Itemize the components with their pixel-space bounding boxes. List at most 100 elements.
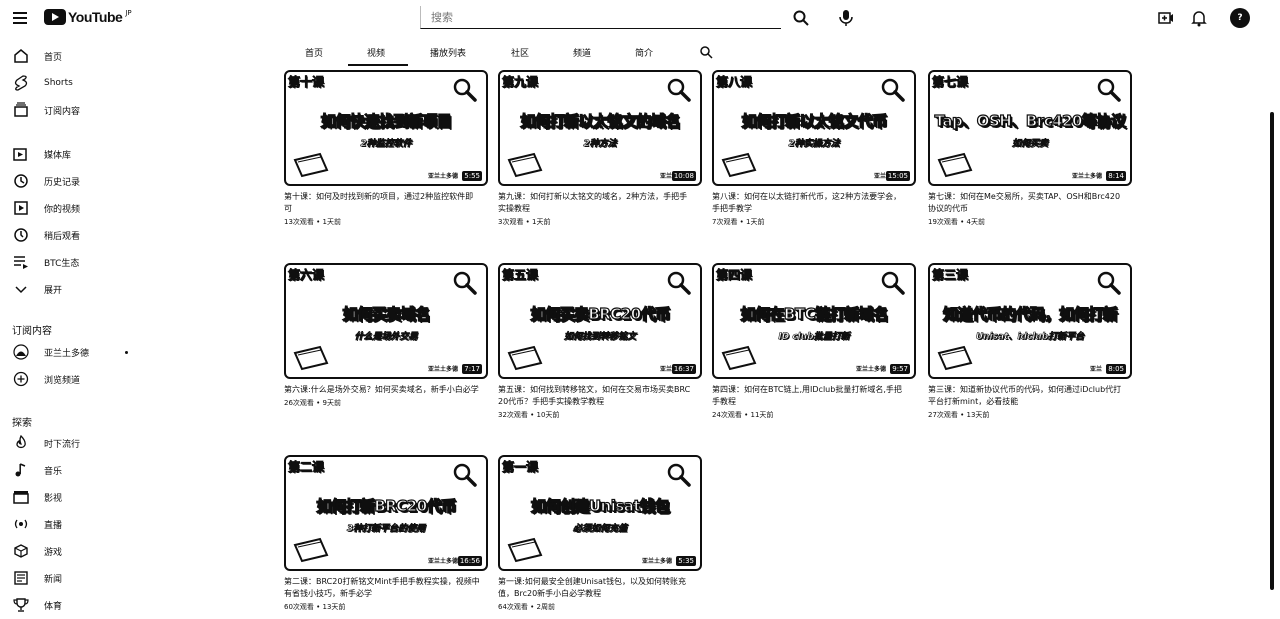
- video-card[interactable]: 第二课 如何打新BRC20代币 3种打新平台的使用 亚兰土多德 16:56 第二课：BRC…: [284, 455, 488, 612]
- new-content-dot: [125, 350, 128, 354]
- library-icon: [13, 148, 27, 161]
- thumbnail-title: 如何创建Unisat钱包: [530, 496, 670, 515]
- thumbnail-author: 亚兰: [1089, 366, 1102, 373]
- video-thumbnail[interactable]: 第一课 如何创建Unisat钱包 必须如何充值 亚兰土多德 5:35: [498, 455, 702, 571]
- sidebar-item-live[interactable]: 直播: [0, 512, 170, 536]
- thumbnail-title: 知道代币的代码，如何打新: [942, 304, 1118, 323]
- video-title[interactable]: 第七课：如何在Me交易所，买卖TAP、OSH和Brc420协议的代币: [928, 191, 1124, 215]
- video-card[interactable]: 第四课 如何在BTC链打新域名 ID club批量打新 亚兰土多德 9:57 第四课：如何…: [712, 263, 916, 420]
- thumbnail-author: 亚兰土多德: [427, 558, 458, 565]
- thumbnail-author: 亚兰: [659, 366, 672, 373]
- sidebar-item-music[interactable]: 音乐: [0, 458, 170, 482]
- magnifier-icon: [1097, 78, 1121, 102]
- thumbnail-subtitle: Unisat、idclub打新平台: [975, 332, 1085, 343]
- sidebar-item-show-more[interactable]: 展开: [0, 277, 170, 301]
- tab-videos[interactable]: 视频: [367, 46, 385, 59]
- thumbnail-subtitle: 什么是场外交易: [354, 332, 418, 343]
- video-title[interactable]: 第五课：如何找到转移铭文，如何在交易市场买卖BRC20代币？手把手实操教学教程: [498, 384, 694, 408]
- video-thumbnail[interactable]: 第十课 如何快速找到新项目 2种监控软件 亚兰土多德 5:55: [284, 70, 488, 186]
- video-thumbnail[interactable]: 第二课 如何打新BRC20代币 3种打新平台的使用 亚兰土多德 16:56: [284, 455, 488, 571]
- video-thumbnail[interactable]: 第八课 如何打新以太铭文代币 2种实操方法 亚兰 15:05: [712, 70, 916, 186]
- video-title[interactable]: 第十课：如何及时找到新的项目，通过2种监控软件即可: [284, 191, 480, 215]
- search-icon[interactable]: [792, 9, 810, 27]
- thumbnail-lesson-label: 第三课: [932, 268, 969, 283]
- video-card[interactable]: 第七课 Tap、OSH、Brc420等协议 如何买卖 亚兰土多德 8:14 第七课：如何在…: [928, 70, 1132, 227]
- thumbnail-title: 如何买卖BRC20代币: [530, 304, 671, 323]
- subscriptions-heading: 订阅内容: [12, 326, 52, 337]
- video-thumbnail[interactable]: 第四课 如何在BTC链打新域名 ID club批量打新 亚兰土多德 9:57: [712, 263, 916, 379]
- trophy-icon: [13, 598, 29, 612]
- search-input[interactable]: [421, 6, 781, 29]
- create-video-icon[interactable]: [1158, 10, 1174, 26]
- magnifier-icon: [667, 463, 691, 487]
- video-thumbnail[interactable]: 第七课 Tap、OSH、Brc420等协议 如何买卖 亚兰土多德 8:14: [928, 70, 1132, 186]
- thumbnail-lesson-label: 第二课: [288, 460, 325, 475]
- sidebar-item-your-videos[interactable]: 你的视频: [0, 196, 170, 220]
- video-title[interactable]: 第四课：如何在BTC链上,用IDclub批量打新域名,手把手教程: [712, 384, 908, 408]
- video-title[interactable]: 第二课：BRC20打新铭文Mint手把手教程实操，视频中有省钱小技巧，新手必学: [284, 576, 480, 600]
- video-title[interactable]: 第八课：如何在以太链打新代币，这2种方法要学会，手把手教学: [712, 191, 908, 215]
- sidebar-item-shorts[interactable]: Shorts: [0, 71, 170, 95]
- video-thumbnail[interactable]: 第九课 如何打新以太铭文的域名 2种方法 亚兰 10:08: [498, 70, 702, 186]
- thumbnail-author: 亚兰土多德: [427, 366, 458, 373]
- tab-about[interactable]: 简介: [635, 46, 653, 59]
- scrollbar-thumb[interactable]: [1270, 112, 1274, 590]
- subscriptions-icon: [14, 102, 28, 117]
- video-card[interactable]: 第六课 如何买卖域名 什么是场外交易 亚兰土多德 7:17 第六课:什么是场外交易？如何买…: [284, 263, 488, 408]
- video-card[interactable]: 第九课 如何打新以太铭文的域名 2种方法 亚兰 10:08 第九课：如何打新以太铭文的域名…: [498, 70, 702, 227]
- video-duration: 9:57: [890, 364, 910, 374]
- video-title[interactable]: 第一课:如何最安全创建Unisat钱包，以及如何转账充值，Brc20新手小白必学…: [498, 576, 694, 600]
- notifications-bell-icon[interactable]: [1191, 9, 1207, 27]
- sidebar-item-gaming[interactable]: 游戏: [0, 539, 170, 563]
- video-meta: 3次观看 • 1天前: [498, 218, 551, 226]
- video-thumbnail[interactable]: 第三课 知道代币的代码，如何打新 Unisat、idclub打新平台 亚兰 8:05: [928, 263, 1132, 379]
- sidebar-item-subscriptions[interactable]: 订阅内容: [0, 98, 170, 122]
- video-thumbnail[interactable]: 第六课 如何买卖域名 什么是场外交易 亚兰土多德 7:17: [284, 263, 488, 379]
- tab-channels[interactable]: 频道: [573, 46, 591, 59]
- sidebar-item-label: 亚兰土多德: [44, 348, 90, 359]
- sidebar-item-channel[interactable]: 亚兰土多德: [0, 340, 170, 364]
- sidebar-item-watch-later[interactable]: 稍后观看: [0, 223, 170, 247]
- video-thumbnail[interactable]: 第五课 如何买卖BRC20代币 如何找到转移铭文 亚兰 16:37: [498, 263, 702, 379]
- sidebar-item-label: 游戏: [44, 547, 63, 558]
- tab-home[interactable]: 首页: [305, 46, 323, 59]
- video-card[interactable]: 第三课 知道代币的代码，如何打新 Unisat、idclub打新平台 亚兰 8:05 第三…: [928, 263, 1132, 420]
- video-meta: 64次观看 • 2周前: [498, 603, 555, 611]
- sidebar-item-sports[interactable]: 体育: [0, 593, 170, 617]
- thumbnail-lesson-label: 第八课: [716, 75, 753, 90]
- thumbnail-subtitle: ID club批量打新: [778, 332, 850, 343]
- sidebar-item-history[interactable]: 历史记录: [0, 169, 170, 193]
- sidebar-item-trending[interactable]: 时下流行: [0, 431, 170, 455]
- video-meta: 13次观看 • 1天前: [284, 218, 341, 226]
- sidebar-item-label: BTC生态: [44, 258, 80, 269]
- thumbnail-title: Tap、OSH、Brc420等协议: [934, 111, 1127, 130]
- user-avatar[interactable]: ?: [1230, 8, 1250, 28]
- video-duration: 16:56: [457, 556, 482, 566]
- video-card[interactable]: 第十课 如何快速找到新项目 2种监控软件 亚兰土多德 5:55 第十课：如何及时找到新的项…: [284, 70, 488, 227]
- sidebar-item-browse-channels[interactable]: 浏览频道: [0, 367, 170, 391]
- sidebar-item-playlist[interactable]: BTC生态: [0, 250, 170, 274]
- menu-icon[interactable]: [12, 9, 30, 27]
- microphone-icon[interactable]: [838, 9, 854, 27]
- magnifier-icon: [667, 271, 691, 295]
- video-card[interactable]: 第一课 如何创建Unisat钱包 必须如何充值 亚兰土多德 5:35 第一课:如何最安全创…: [498, 455, 702, 612]
- video-card[interactable]: 第五课 如何买卖BRC20代币 如何找到转移铭文 亚兰 16:37 第五课：如何找到转移铭…: [498, 263, 702, 420]
- video-title[interactable]: 第九课：如何打新以太铭文的域名，2种方法，手把手实操教程: [498, 191, 694, 215]
- thumbnail-subtitle: 如何找到转移铭文: [563, 332, 637, 343]
- video-meta: 24次观看 • 11天前: [712, 411, 774, 419]
- playlist-icon: [14, 256, 28, 269]
- video-title[interactable]: 第六课:什么是场外交易？如何买卖域名，新手小白必学: [284, 384, 480, 396]
- sidebar-item-movies[interactable]: 影视: [0, 485, 170, 509]
- video-title[interactable]: 第三课：知道新协议代币的代码，如何通过iDclub代打平台打新mint，必看技能: [928, 384, 1124, 408]
- thumbnail-author: 亚兰土多德: [427, 173, 458, 180]
- video-card[interactable]: 第八课 如何打新以太铭文代币 2种实操方法 亚兰 15:05 第八课：如何在以太链打新代币…: [712, 70, 916, 227]
- tab-playlists[interactable]: 播放列表: [430, 46, 466, 59]
- sidebar-item-library[interactable]: 媒体库: [0, 142, 170, 166]
- thumbnail-title: 如何打新BRC20代币: [316, 496, 457, 515]
- sidebar-item-news[interactable]: 新闻: [0, 566, 170, 590]
- video-duration: 16:37: [671, 364, 696, 374]
- tab-community[interactable]: 社区: [511, 46, 529, 59]
- channel-search-icon[interactable]: [699, 45, 713, 59]
- sidebar-item-label: 音乐: [44, 466, 63, 477]
- youtube-logo[interactable]: YouTube JP: [44, 9, 132, 25]
